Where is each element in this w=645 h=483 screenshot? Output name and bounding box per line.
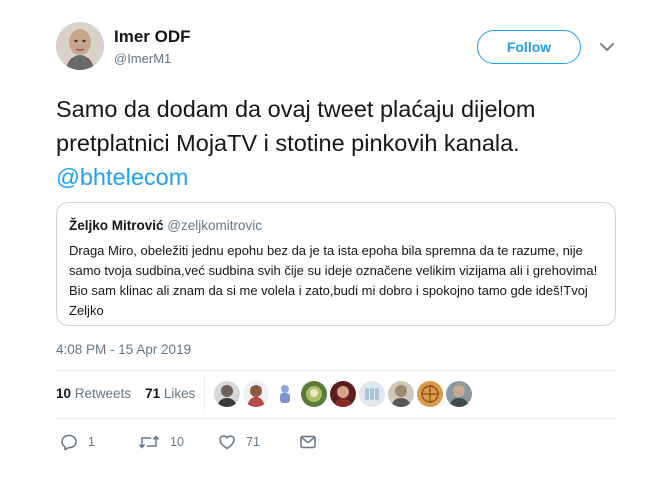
liker-avatar[interactable]	[359, 381, 385, 407]
quoted-tweet-text: Draga Miro, obeležiti jednu epohu bez da…	[69, 243, 598, 318]
message-button[interactable]	[299, 432, 317, 452]
tweet-body: Samo da dodam da ovaj tweet plaćaju dije…	[56, 96, 536, 156]
retweets-stat-count: 10	[56, 386, 72, 401]
quoted-tweet[interactable]: Željko Mitrović @zeljkomitrovic Draga Mi…	[56, 202, 616, 326]
likes-stat[interactable]: 71 Likes	[145, 386, 195, 401]
retweet-icon	[138, 433, 160, 451]
author-avatar[interactable]	[56, 22, 104, 70]
liker-avatar[interactable]	[330, 381, 356, 407]
likes-stat-label: Likes	[163, 386, 196, 401]
divider	[56, 418, 616, 419]
tweet-timestamp[interactable]: 4:08 PM - 15 Apr 2019	[56, 342, 191, 357]
liker-avatar[interactable]	[214, 381, 240, 407]
stats-divider	[204, 378, 205, 410]
likes-stat-count: 71	[145, 386, 161, 401]
chevron-down-icon[interactable]	[599, 40, 615, 52]
divider	[56, 370, 616, 371]
mention-link[interactable]: @bhtelecom	[56, 164, 188, 190]
tweet-text: Samo da dodam da ovaj tweet plaćaju dije…	[56, 92, 626, 194]
message-icon	[299, 433, 317, 451]
reply-icon	[60, 433, 78, 451]
retweet-button[interactable]: 10	[138, 432, 184, 452]
liker-avatar[interactable]	[388, 381, 414, 407]
like-button[interactable]: 71	[218, 432, 260, 452]
author-handle[interactable]: @ImerM1	[114, 51, 171, 66]
like-count: 71	[246, 435, 260, 449]
retweets-stat[interactable]: 10 Retweets	[56, 386, 131, 401]
heart-icon	[218, 433, 236, 451]
retweets-stat-label: Retweets	[74, 386, 132, 401]
retweet-count: 10	[170, 435, 184, 449]
liker-avatar[interactable]	[417, 381, 443, 407]
quoted-author-handle: @zeljkomitrovic	[167, 218, 263, 233]
liker-avatar[interactable]	[446, 381, 472, 407]
follow-button[interactable]: Follow	[477, 30, 581, 64]
reply-count: 1	[88, 435, 95, 449]
liker-avatar[interactable]	[301, 381, 327, 407]
engagement-stats: 10 Retweets 71 Likes	[56, 386, 195, 401]
reply-button[interactable]: 1	[60, 432, 95, 452]
author-name[interactable]: Imer ODF	[114, 27, 191, 47]
quoted-tweet-header: Željko Mitrović @zeljkomitrovic	[69, 217, 602, 235]
quoted-author-name: Željko Mitrović	[69, 218, 164, 233]
liker-avatar[interactable]	[243, 381, 269, 407]
liker-avatar[interactable]	[272, 381, 298, 407]
